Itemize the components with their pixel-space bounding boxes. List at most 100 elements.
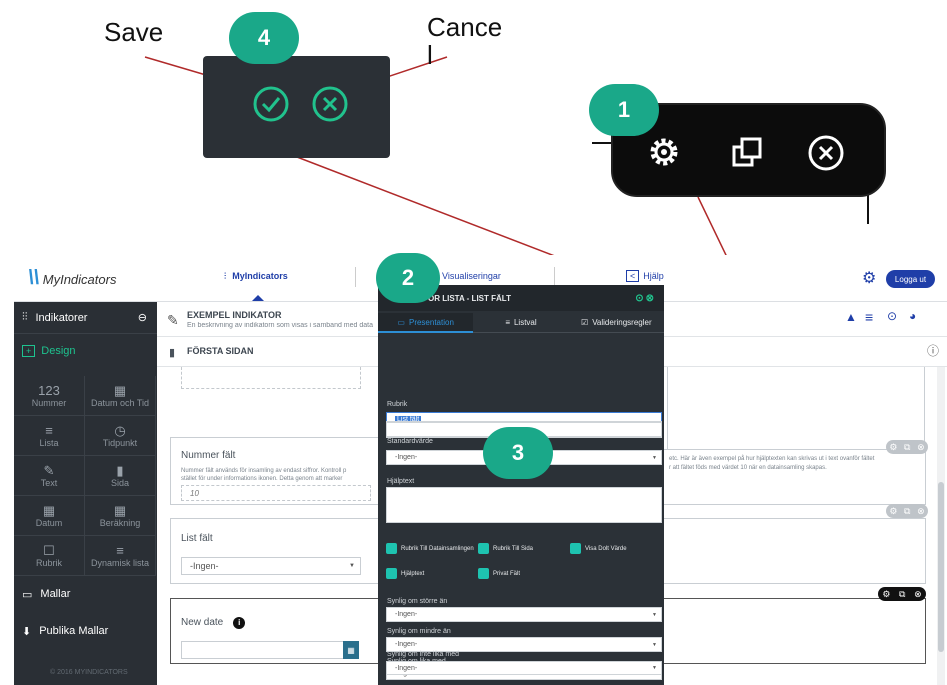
tile-sida[interactable]: ▮ Sida	[85, 456, 156, 496]
checkbox[interactable]	[570, 543, 581, 554]
copy-icon[interactable]: ⧉	[904, 442, 910, 453]
sidebar: ⫶⫶ Indikatorer ⊖ + Design 123 Nummer ▦ Dat…	[14, 302, 157, 685]
chart-pie-icon[interactable]: ◕	[909, 309, 916, 323]
tile-datum-och-tid[interactable]: ▦ Datum och Tid	[85, 376, 156, 416]
heading-icon: ☐	[43, 542, 55, 558]
rule-select-greater[interactable]: -Ingen- ▼	[386, 607, 662, 622]
edit-pencil-icon[interactable]: ✎	[167, 312, 179, 329]
info-icon[interactable]: i	[233, 617, 246, 629]
list-icon: ≡	[505, 318, 510, 327]
info-circle-icon[interactable]: ⓘ	[927, 342, 939, 359]
rule-select-not-equal[interactable]: -Ingen- ▼	[386, 661, 662, 675]
scrollbar-thumb[interactable]	[938, 482, 944, 652]
user-icon[interactable]: ▲	[845, 310, 857, 324]
calendar-button-icon[interactable]: ▦	[343, 641, 359, 659]
sidebar-item-design[interactable]: + Design	[14, 334, 157, 368]
gear-icon[interactable]: ⚙	[889, 442, 897, 453]
tile-label: Lista	[39, 437, 59, 448]
rule-label: Synlig om större än	[387, 598, 448, 605]
settings-gear-icon[interactable]: ⚙	[862, 268, 876, 288]
date-input[interactable]	[181, 641, 357, 659]
checkbox[interactable]	[386, 543, 397, 554]
check-privat-falt[interactable]: Privat Fält	[478, 568, 520, 579]
template-icon: ▭	[22, 588, 33, 601]
sidebar-item-publika-mallar[interactable]: ⬇ Publika Mallar	[14, 616, 157, 646]
nav-help[interactable]: < Hjälp	[626, 270, 664, 282]
field-toolbar-inactive[interactable]: ⚙ ⧉ ⊗	[886, 440, 928, 454]
tile-tidpunkt[interactable]: ◷ Tidpunkt	[85, 416, 156, 456]
checkbox[interactable]	[478, 568, 489, 579]
badge-2: 2	[376, 253, 440, 303]
tile-berakning[interactable]: ▦ Beräkning	[85, 496, 156, 536]
tab-listval[interactable]: ≡ Listval	[473, 313, 569, 333]
check-rubrik-sida[interactable]: Rubrik Till Sida	[478, 543, 533, 554]
checkbox-icon: ☑	[581, 318, 589, 327]
chevron-down-icon: ▼	[652, 611, 657, 618]
check-visa-dolt-varde[interactable]: Visa Dolt Värde	[570, 543, 627, 554]
check-rubrik-datainsamlingen[interactable]: Rubrik Till Datainsamlingen	[386, 543, 474, 554]
copy-icon[interactable]: ⧉	[904, 506, 910, 517]
design-icon: +	[22, 345, 36, 357]
tile-datum[interactable]: ▦ Datum	[14, 496, 85, 536]
date-field-card[interactable]: New date i ▦	[170, 598, 380, 664]
close-icon[interactable]: ⊗	[917, 442, 925, 453]
close-icon[interactable]: ⊗	[914, 589, 922, 600]
gear-icon[interactable]: ⚙	[882, 589, 890, 600]
save-cancel-icons[interactable]: ⊙⊗	[635, 293, 656, 304]
rule-select-less[interactable]: -Ingen- ▼	[386, 637, 662, 652]
dynamic-list-icon: ≡	[116, 542, 124, 558]
cancel-circle-icon[interactable]	[310, 84, 350, 124]
logout-button[interactable]: Logga ut	[886, 270, 935, 288]
tile-rubrik[interactable]: ☐ Rubrik	[14, 536, 85, 576]
page-icon: ▮	[169, 347, 176, 359]
field-toolbar-inactive[interactable]: ⚙ ⧉ ⊗	[886, 504, 928, 518]
number-field-help-right: etc. Här är även exempel på hur hjälptex…	[669, 456, 875, 462]
checkbox[interactable]	[478, 543, 489, 554]
check-hjalptext[interactable]: Hjälptext	[386, 568, 424, 579]
copy-icon[interactable]	[730, 135, 766, 171]
tile-lista[interactable]: ≡ Lista	[14, 416, 85, 456]
check-circle-icon[interactable]: ⊙	[887, 309, 897, 323]
close-circle-icon[interactable]	[806, 133, 846, 173]
hjalptext-label: Hjälptext	[387, 478, 415, 485]
list-field-card[interactable]: List fält -Ingen- ▼	[170, 518, 380, 584]
close-icon[interactable]: ⊗	[917, 506, 925, 517]
tile-text[interactable]: ✎ Text	[14, 456, 85, 496]
page-icon: ▮	[116, 462, 124, 478]
list-field-select[interactable]: -Ingen- ▼	[181, 557, 361, 575]
number-field-title: Nummer fält	[181, 450, 236, 461]
check-circle-icon[interactable]	[251, 84, 291, 124]
gear-icon[interactable]: ⚙	[889, 506, 897, 517]
tile-label: Nummer	[31, 397, 67, 408]
chevron-down-icon: ▼	[652, 665, 657, 671]
monitor-icon: ▭	[397, 317, 405, 327]
tile-dynamisk-lista[interactable]: ≡ Dynamisk lista	[85, 536, 156, 576]
partial-field-card[interactable]	[181, 367, 361, 389]
field-settings-modal: OR LISTA - LIST FÄLT ⊙⊗ ▭ Presentation ≡ L…	[378, 285, 664, 685]
tile-label: Datum	[35, 517, 63, 528]
help-icon: <	[626, 270, 640, 282]
number-field-card[interactable]: Nummer fält Nummer fält används för insa…	[170, 437, 380, 505]
badge-4: 4	[229, 12, 299, 64]
sidebar-item-mallar[interactable]: ▭ Mallar	[14, 579, 157, 609]
nav-myindicators[interactable]: ⫶ MyIndicators	[224, 271, 288, 282]
nav-divider	[355, 267, 356, 287]
hjalptext-textarea[interactable]	[386, 487, 662, 523]
badge-1: 1	[589, 84, 659, 136]
indicator-title: EXEMPEL INDIKATOR	[187, 310, 282, 320]
field-toolbar-active[interactable]: ⚙ ⧉ ⊗	[878, 587, 926, 601]
chevron-down-icon: ▼	[652, 454, 657, 461]
nav-divider-2	[554, 267, 555, 287]
copy-icon[interactable]: ⧉	[899, 589, 905, 600]
chevron-circle-icon[interactable]: ⊖	[138, 311, 147, 324]
tab-valideringsregler[interactable]: ☑ Valideringsregler	[568, 313, 664, 333]
checkbox[interactable]	[386, 568, 397, 579]
number-input[interactable]: 10	[181, 485, 371, 501]
scrollbar[interactable]	[937, 367, 945, 685]
list-field-title: List fält	[181, 533, 213, 544]
tab-presentation[interactable]: ▭ Presentation	[378, 313, 474, 333]
nav-visualiseringar[interactable]: Visualiseringar	[442, 271, 507, 281]
gear-icon[interactable]	[645, 133, 683, 171]
menu-icon[interactable]: ≡	[865, 309, 873, 325]
tile-nummer[interactable]: 123 Nummer	[14, 376, 85, 416]
